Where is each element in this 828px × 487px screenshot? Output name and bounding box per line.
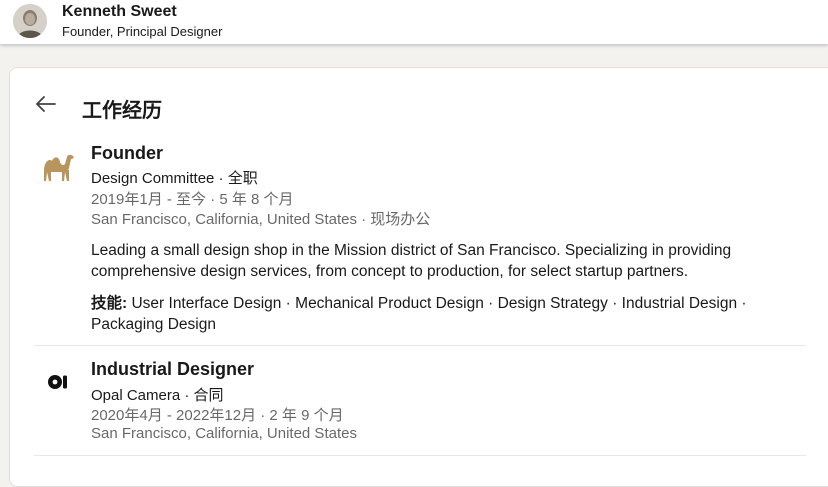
back-button[interactable] [24, 82, 68, 126]
experience-location: San Francisco, California, United States [91, 425, 357, 442]
experience-skills: 技能: User Interface Design · Mechanical P… [91, 293, 806, 335]
experience-title[interactable]: Industrial Designer [91, 359, 254, 380]
divider [34, 455, 806, 456]
experience-company: Design Committee · 全职 [91, 170, 258, 187]
skills-label: 技能: [91, 295, 128, 312]
experience-dates: 2019年1月 - 至今 · 5 年 8 个月 [91, 191, 294, 208]
experience-location: San Francisco, California, United States… [91, 211, 431, 228]
experience-description: Leading a small design shop in the Missi… [91, 242, 732, 280]
arrow-left-icon [36, 96, 56, 112]
experience-company: Opal Camera · 合同 [91, 387, 224, 404]
experience-dates: 2020年4月 - 2022年12月 · 2 年 9 个月 [91, 407, 344, 424]
avatar[interactable] [13, 4, 47, 38]
profile-name[interactable]: Kenneth Sweet [62, 3, 177, 21]
profile-headline: Founder, Principal Designer [62, 24, 223, 39]
divider [34, 345, 806, 346]
profile-header-bar: Kenneth Sweet Founder, Principal Designe… [0, 0, 828, 44]
page-title: 工作经历 [82, 100, 162, 122]
opal-camera-logo-icon[interactable] [41, 365, 75, 399]
camel-logo-icon[interactable] [41, 148, 75, 182]
skills-list: User Interface Design · Mechanical Produ… [91, 295, 747, 333]
experience-title[interactable]: Founder [91, 143, 163, 164]
